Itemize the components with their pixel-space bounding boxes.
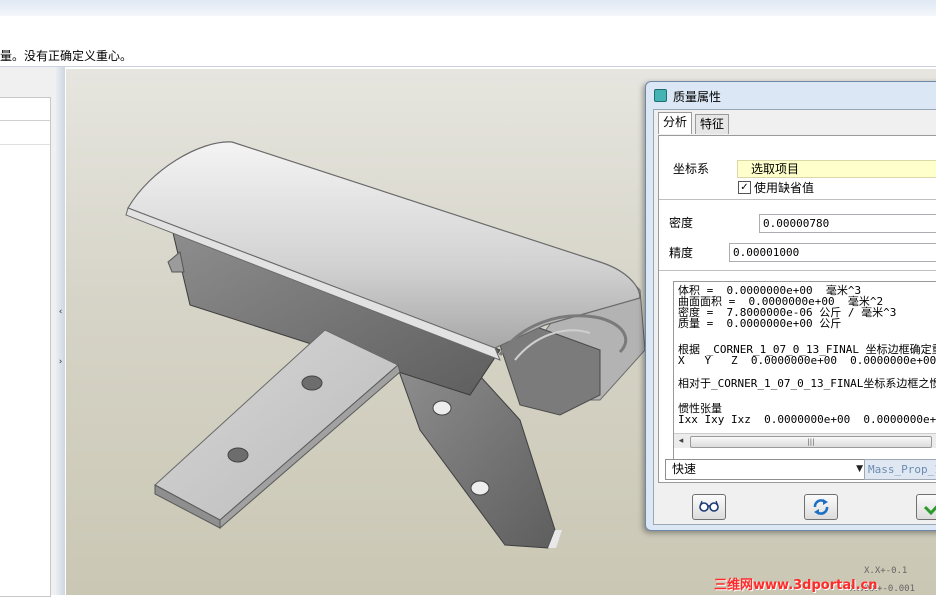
scroll-left-icon[interactable]: ◂ [675, 435, 687, 447]
results-area[interactable]: 体积 = 0.0000000e+00 毫米^3 曲面面积 = 0.0000000… [673, 281, 936, 479]
window-top-strip [0, 0, 936, 16]
precision-label: 精度 [669, 246, 694, 260]
model-tree-list[interactable] [0, 97, 51, 597]
coord-sys-selector[interactable]: 选取项目 [737, 160, 936, 178]
precision-field[interactable]: 0.00001000 [729, 243, 936, 262]
divider [659, 199, 936, 200]
analysis-mode-value: 快速 [672, 462, 697, 476]
mass-properties-dialog: 质量属性 分析 特征 坐标系 选取项目 ✓ 使用缺省值 密度 0.0000078… [645, 81, 936, 531]
glasses-icon [699, 500, 719, 512]
model-tree-panel [0, 67, 57, 597]
preview-button[interactable] [692, 494, 726, 520]
ok-button[interactable] [916, 494, 936, 520]
collapse-left-icon[interactable]: ‹ [56, 307, 65, 317]
message-text: 量。没有正确定义重心。 [0, 49, 133, 63]
tree-divider [0, 120, 50, 121]
chevron-down-icon: ▼ [856, 464, 863, 474]
result-inertia-values: Ixx Ixy Ixz 0.0000000e+00 0.0000000e+00 … [678, 413, 936, 426]
panel-splitter[interactable]: ‹ › [56, 67, 65, 595]
use-default-checkbox[interactable]: ✓ [738, 181, 751, 194]
tab-analysis[interactable]: 分析 [658, 112, 693, 134]
dialog-app-icon [654, 89, 667, 102]
dialog-title: 质量属性 [673, 90, 722, 104]
result-cog-values: X Y Z 0.0000000e+00 0.0000000e+00 0.0000… [678, 354, 936, 367]
horizontal-scrollbar[interactable]: ◂ ||| [674, 433, 936, 448]
use-default-label: 使用缺省值 [754, 181, 815, 195]
message-bar: 量。没有正确定义重心。 [0, 16, 936, 67]
expand-right-icon[interactable]: › [56, 357, 65, 367]
coord-sys-label: 坐标系 [673, 162, 710, 176]
density-label: 密度 [669, 216, 694, 230]
analysis-pane: 坐标系 选取项目 ✓ 使用缺省值 密度 0.00000780 精度 0.0000… [658, 135, 936, 483]
density-field[interactable]: 0.00000780 [759, 214, 936, 233]
analysis-name-field[interactable]: Mass_Prop_1 [864, 459, 936, 480]
dialog-body: 分析 特征 坐标系 选取项目 ✓ 使用缺省值 密度 0.00000780 精度 … [653, 109, 936, 525]
recompute-button[interactable] [804, 494, 838, 520]
divider [659, 270, 936, 271]
scroll-thumb[interactable]: ||| [690, 436, 932, 448]
result-mass: 质量 = 0.0000000e+00 公斤 [678, 317, 842, 330]
watermark: 三维网www.3dportal.cn [714, 578, 878, 593]
result-inertia-relative: 相对于_CORNER_1_07_0_13_FINAL坐标系边框之惯性 [678, 377, 936, 390]
tab-feature[interactable]: 特征 [695, 114, 730, 134]
tree-divider [0, 144, 50, 145]
refresh-icon [813, 499, 829, 515]
dialog-titlebar[interactable]: 质量属性 [646, 82, 936, 108]
analysis-mode-select[interactable]: 快速 ▼ [665, 459, 867, 480]
checkmark-icon [923, 505, 936, 516]
